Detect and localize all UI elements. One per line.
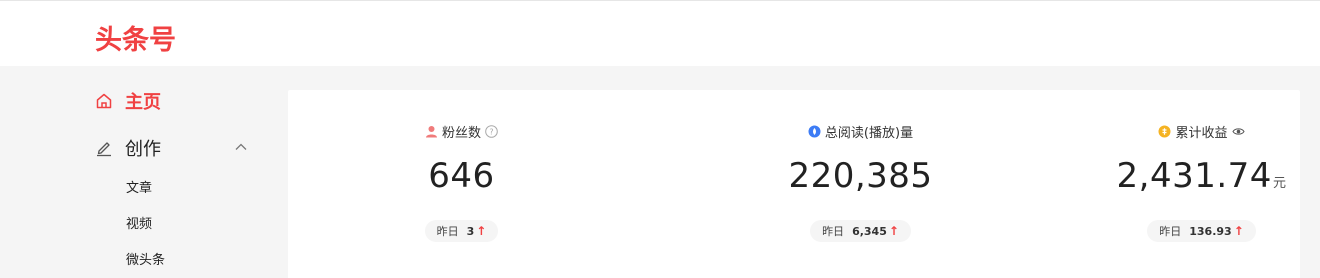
pen-icon	[95, 139, 113, 157]
sidebar-item-label: 主页	[125, 92, 161, 113]
yesterday-label: 昨日	[822, 225, 845, 238]
yesterday-badge: 昨日 136.93 ↑	[1147, 220, 1256, 242]
top-bar: 头条号	[0, 0, 1320, 66]
stat-header: 粉丝数 ?	[293, 122, 630, 141]
chevron-up-icon[interactable]	[234, 140, 248, 154]
stat-header: 累计收益	[1033, 122, 1320, 141]
stat-value: 2,431.74元	[1033, 156, 1320, 196]
stat-label: 累计收益	[1175, 126, 1228, 141]
stat-followers[interactable]: 粉丝数 ? 646 昨日 3 ↑	[293, 90, 630, 278]
yesterday-badge: 昨日 6,345 ↑	[810, 220, 911, 242]
yesterday-value: 6,345	[852, 224, 887, 238]
stat-value: 646	[293, 156, 630, 196]
yesterday-label: 昨日	[1159, 225, 1182, 238]
sidebar-item-create[interactable]: 创作	[95, 137, 255, 160]
stat-number: 220,385	[788, 156, 933, 196]
sidebar-subitem-article[interactable]: 文章	[126, 177, 152, 196]
stat-header: 总阅读(播放)量	[692, 122, 1029, 141]
trend-up-icon: ↑	[888, 224, 899, 238]
yesterday-label: 昨日	[436, 225, 459, 238]
sidebar-subitem-video[interactable]: 视频	[126, 213, 152, 232]
sidebar-item-home[interactable]: 主页	[95, 90, 161, 113]
sidebar-subitem-weitoutiao[interactable]: 微头条	[126, 249, 165, 268]
currency-unit: 元	[1272, 176, 1287, 191]
trend-up-icon: ↑	[476, 224, 487, 238]
stat-total-reads[interactable]: 总阅读(播放)量 220,385 昨日 6,345 ↑	[692, 90, 1029, 278]
eye-icon[interactable]	[1231, 125, 1245, 138]
trend-up-icon: ↑	[1233, 224, 1244, 238]
home-icon	[95, 92, 113, 110]
user-icon	[425, 125, 438, 138]
coin-icon	[1158, 125, 1171, 138]
yesterday-value: 136.93	[1189, 224, 1232, 238]
svg-text:?: ?	[489, 128, 493, 137]
stat-value: 220,385	[692, 156, 1029, 196]
read-icon	[808, 125, 821, 138]
stat-label: 总阅读(播放)量	[824, 126, 914, 141]
stat-number: 2,431.74	[1116, 156, 1272, 196]
stats-card: 粉丝数 ? 646 昨日 3 ↑ 总阅读(播放)量 220,385 昨日 6,3…	[288, 90, 1300, 278]
toutiao-logo[interactable]: 头条号	[95, 18, 176, 57]
stat-label: 粉丝数	[441, 126, 481, 141]
stat-number: 646	[428, 156, 495, 196]
help-icon[interactable]: ?	[485, 125, 498, 138]
yesterday-badge: 昨日 3 ↑	[424, 220, 499, 242]
sidebar-item-label: 创作	[125, 139, 161, 160]
yesterday-value: 3	[466, 224, 475, 238]
stat-total-earnings[interactable]: 累计收益 2,431.74元 昨日 136.93 ↑	[1033, 90, 1320, 278]
